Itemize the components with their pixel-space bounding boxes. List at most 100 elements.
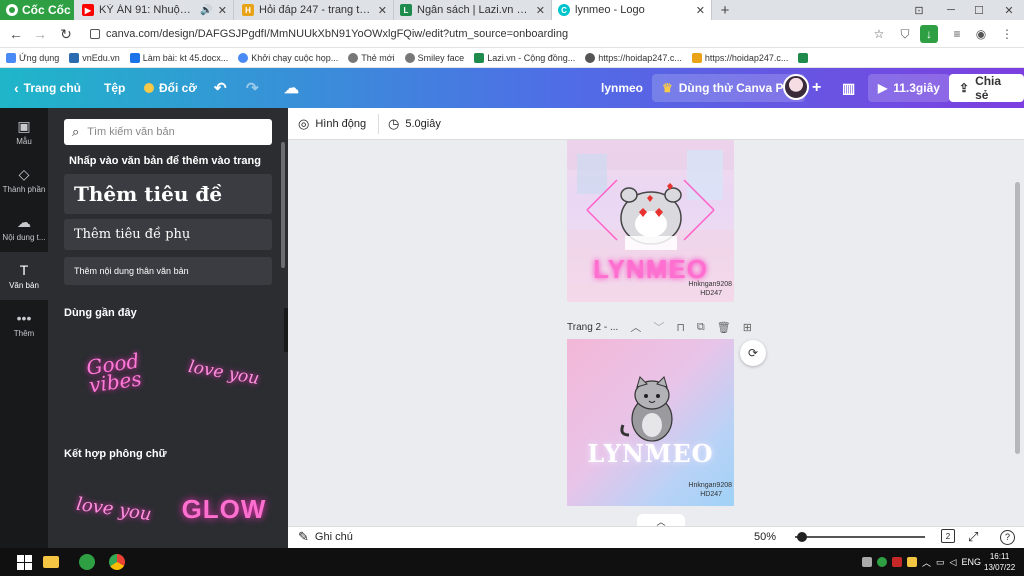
bookmark-apps[interactable]: Ứng dụng xyxy=(6,52,59,63)
bookmark-item[interactable]: Lazi.vn - Cộng đồng... xyxy=(474,52,576,63)
profile-icon[interactable]: ⊡ xyxy=(906,0,932,20)
bookmark-item[interactable] xyxy=(798,52,809,63)
chrome-taskbar-icon[interactable] xyxy=(106,548,128,576)
bookmark-item[interactable]: vnEdu.vn xyxy=(69,52,120,63)
tab-canva[interactable]: C lynmeo - Logo ✕ xyxy=(552,0,712,20)
download-icon[interactable]: ↓ xyxy=(920,25,938,43)
language-indicator[interactable]: ENG xyxy=(961,557,981,567)
add-collaborator-button[interactable]: + xyxy=(812,68,821,108)
cloud-sync-icon[interactable]: ☁ xyxy=(284,68,299,108)
chevron-up-icon[interactable]: ︿ xyxy=(922,556,931,569)
bookmark-label: Lazi.vn - Cộng đồng... xyxy=(487,52,576,63)
rail-elements[interactable]: ◇ Thành phần xyxy=(0,156,48,204)
reload-icon[interactable]: ↻ xyxy=(56,24,76,44)
chevron-down-icon[interactable]: ﹀ xyxy=(653,319,664,335)
file-explorer-icon[interactable] xyxy=(40,548,62,576)
minimize-icon[interactable]: ─ xyxy=(938,0,964,20)
tray-app-icon[interactable] xyxy=(892,557,902,567)
rail-templates[interactable]: ▣ Mẫu xyxy=(0,108,48,156)
tray-app-icon[interactable] xyxy=(862,557,872,567)
page-2-canvas[interactable]: LYNMEO Hnkngan9208 HD247 xyxy=(567,339,734,506)
rail-more[interactable]: ••• Thêm xyxy=(0,300,48,348)
window-close-icon[interactable]: ✕ xyxy=(996,0,1022,20)
tab-lazi[interactable]: L Ngân sách | Lazi.vn - Cộng đồ ✕ xyxy=(394,0,552,20)
avatar[interactable] xyxy=(783,74,809,100)
animate-button[interactable]: ◎ Hình động xyxy=(298,108,366,140)
combo-glow[interactable]: GLOW xyxy=(176,470,272,548)
clock[interactable]: 16:11 13/07/22 xyxy=(984,550,1015,574)
editor-scrollbar[interactable] xyxy=(1015,182,1020,454)
insights-chart-icon[interactable]: ▥ xyxy=(842,68,855,108)
help-button[interactable]: ? xyxy=(1000,526,1015,548)
page-2-label[interactable]: Trang 2 - ... xyxy=(567,322,618,333)
coccoc-menu-button[interactable]: Cốc Cốc xyxy=(0,0,74,20)
tray-app-icon[interactable] xyxy=(907,557,917,567)
chevron-up-icon[interactable]: ︿ xyxy=(630,319,641,335)
new-tab-button[interactable]: + xyxy=(712,0,738,20)
account-icon[interactable]: ◉ xyxy=(972,25,990,43)
add-body-text-button[interactable]: Thêm nội dung thân văn bản xyxy=(64,257,272,285)
add-page-icon[interactable]: ⊞ xyxy=(743,321,752,334)
forward-arrow-icon[interactable]: → xyxy=(30,24,50,44)
close-icon[interactable]: ✕ xyxy=(218,4,227,17)
bookmark-item[interactable]: https://hoidap247.c... xyxy=(691,52,788,63)
bookmark-item[interactable]: Smiley face xyxy=(404,52,464,63)
bookmark-item[interactable]: Làm bài: kt 45.docx... xyxy=(129,52,228,63)
shield-icon[interactable]: ⛉ xyxy=(896,25,914,43)
undo-icon[interactable]: ↶ xyxy=(214,68,227,108)
tab-youtube[interactable]: ▶ KỲ ÁN 91: Nhuộm ĐẬU Rồ 🔊 ✕ xyxy=(76,0,234,20)
file-menu-button[interactable]: Tệp xyxy=(104,68,125,108)
recent-love-you[interactable]: love you xyxy=(176,328,272,418)
design-title[interactable]: lynmeo xyxy=(601,68,643,108)
add-subheading-button[interactable]: Thêm tiêu đề phụ xyxy=(64,219,272,250)
resize-button[interactable]: Đổi cỡ xyxy=(144,68,197,108)
lock-page-icon[interactable]: ⊓ xyxy=(676,321,685,334)
refresh-suggestion-icon[interactable]: ⟳ xyxy=(740,340,766,366)
share-button[interactable]: ⇪ Chia sẻ xyxy=(949,74,1024,102)
present-time: 11.3giây xyxy=(893,81,940,95)
bookmark-item[interactable]: https://hoidap247.c... xyxy=(585,52,682,63)
bookmark-item[interactable]: Thẻ mới xyxy=(348,52,395,63)
notes-label: Ghi chú xyxy=(314,531,353,543)
coccoc-taskbar-icon[interactable] xyxy=(76,548,98,576)
maximize-icon[interactable]: ☐ xyxy=(966,0,992,20)
recent-good-vibes[interactable]: Good vibes xyxy=(64,328,164,418)
text-search-input[interactable]: ⌕ Tìm kiếm văn bản xyxy=(64,119,272,145)
globe-icon xyxy=(348,52,359,63)
rail-text[interactable]: T Văn bản xyxy=(0,252,48,300)
page-1-canvas[interactable]: LYNMEO Hnkngan9208 HD247 xyxy=(567,140,734,302)
redo-icon[interactable]: ↷ xyxy=(246,68,259,108)
zoom-slider-handle[interactable] xyxy=(797,532,807,542)
panel-scrollbar[interactable] xyxy=(281,142,285,268)
close-icon[interactable]: ✕ xyxy=(536,4,545,17)
tab-title: KỲ ÁN 91: Nhuộm ĐẬU Rồ xyxy=(99,4,195,16)
tray-app-icon[interactable] xyxy=(877,557,887,567)
url-field[interactable]: canva.com/design/DAFGSJPgdfI/MmNUUkXbN91… xyxy=(90,24,860,44)
page-count-button[interactable]: 2 xyxy=(941,529,955,543)
close-icon[interactable]: ✕ xyxy=(378,4,387,17)
network-icon[interactable]: ▭ xyxy=(936,557,945,568)
star-icon[interactable]: ☆ xyxy=(870,25,888,43)
add-heading-button[interactable]: Thêm tiêu đề xyxy=(64,174,272,214)
volume-icon[interactable]: ◁ xyxy=(950,557,957,568)
kebab-menu-icon[interactable]: ⋮ xyxy=(998,25,1016,43)
home-button[interactable]: ‹ Trang chủ xyxy=(14,68,81,108)
present-button[interactable]: ▶ 11.3giây xyxy=(868,74,950,102)
combo-love-you[interactable]: love you xyxy=(64,470,164,548)
windows-start-icon[interactable] xyxy=(10,548,38,576)
close-icon[interactable]: ✕ xyxy=(696,4,705,17)
back-arrow-icon[interactable]: ← xyxy=(6,24,26,44)
zoom-value[interactable]: 50% xyxy=(754,526,776,548)
tab-hoidap[interactable]: H Hỏi đáp 247 - trang tra loi ✕ xyxy=(236,0,394,20)
notes-button[interactable]: ✎ Ghi chú xyxy=(298,526,353,548)
url-text: canva.com/design/DAFGSJPgdfI/MmNUUkXbN91… xyxy=(106,28,569,40)
rail-uploads[interactable]: ☁ Nội dung t... xyxy=(0,204,48,252)
duration-button[interactable]: ◷ 5.0giây xyxy=(388,108,441,140)
delete-page-icon[interactable]: 🗑 xyxy=(717,321,731,334)
bookmark-item[interactable]: Khởi chạy cuộc họp... xyxy=(238,52,338,63)
zoom-slider-track[interactable] xyxy=(795,536,925,538)
playlist-icon[interactable]: ≡ xyxy=(948,25,966,43)
fullscreen-icon[interactable]: ⤢ xyxy=(968,526,978,548)
duplicate-page-icon[interactable]: ⧉ xyxy=(697,321,705,334)
page-2-title-text[interactable]: LYNMEO xyxy=(567,439,734,468)
